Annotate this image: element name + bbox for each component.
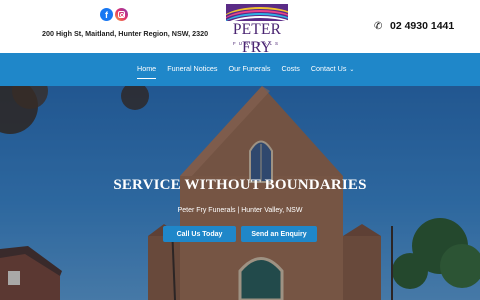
logo-tagline: FUNERALS	[232, 41, 281, 46]
hero-banner: SERVICE WITHOUT BOUNDARIES Peter Fry Fun…	[0, 86, 480, 300]
logo-name: PETER FRY	[232, 21, 282, 56]
instagram-icon[interactable]	[115, 8, 128, 21]
hero-title: SERVICE WITHOUT BOUNDARIES	[113, 177, 367, 193]
chevron-down-icon: ⌄	[349, 67, 355, 73]
site-logo[interactable]: PETER FRY FUNERALS	[217, 4, 297, 56]
nav-item-our-funerals[interactable]: Our Funerals	[229, 64, 271, 73]
send-enquiry-button[interactable]: Send an Enquiry	[241, 226, 317, 242]
nav-item-funeral-notices[interactable]: Funeral Notices	[167, 64, 217, 73]
social-links: f	[100, 8, 128, 21]
nav-item-contact-label: Contact Us	[310, 64, 347, 73]
facebook-icon[interactable]: f	[100, 8, 113, 21]
phone-number: 02 4930 1441	[390, 20, 455, 32]
address-text: 200 High St, Maitland, Hunter Region, NS…	[42, 29, 209, 38]
hero-subtitle: Peter Fry Funerals | Hunter Valley, NSW	[177, 207, 303, 214]
nav-item-costs[interactable]: Costs	[281, 64, 299, 73]
phone-link[interactable]: ✆ 02 4930 1441	[374, 20, 454, 32]
nav-item-contact-us[interactable]: Contact Us ⌄	[311, 64, 355, 73]
logo-swoosh-icon	[226, 4, 288, 21]
call-us-button[interactable]: Call Us Today	[163, 226, 236, 242]
site-header: f 200 High St, Maitland, Hunter Region, …	[0, 0, 480, 56]
phone-icon: ✆	[374, 20, 383, 32]
nav-item-home[interactable]: Home	[137, 64, 157, 79]
main-nav: Home Funeral Notices Our Funerals Costs …	[0, 53, 480, 86]
